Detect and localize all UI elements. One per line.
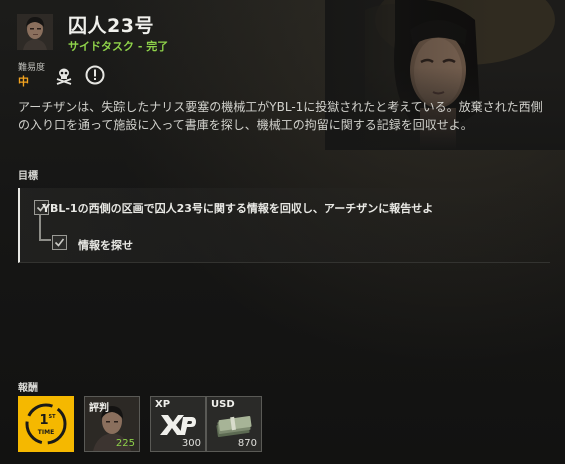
difficulty-label: 難易度 xyxy=(18,63,46,73)
task-description: アーチザンは、失踪したナリス要塞の機械工がYBL-1に投獄されたと考えている。放… xyxy=(18,100,543,132)
xp-icon xyxy=(159,413,197,441)
reward-usd-label: USD xyxy=(211,399,235,410)
first-time-icon: 1 ST TIME xyxy=(19,397,73,451)
svg-text:ST: ST xyxy=(48,414,56,420)
rewards-label: 報酬 xyxy=(18,383,38,394)
objective-sub: 情報を探せ xyxy=(78,239,133,252)
reward-reputation[interactable]: 評判 225 xyxy=(84,396,140,452)
task-status: サイドタスク - 完了 xyxy=(68,40,169,53)
tree-connector-horizontal xyxy=(39,239,51,241)
exclamation-icon xyxy=(85,65,105,85)
reward-usd-value: 870 xyxy=(237,438,257,449)
reward-reputation-label: 評判 xyxy=(89,403,109,414)
reward-usd[interactable]: USD 870 xyxy=(206,396,262,452)
task-detail-panel: 囚人23号 サイドタスク - 完了 難易度 中 アーチザンは、失踪したナリス要塞… xyxy=(0,0,565,464)
svg-text:TIME: TIME xyxy=(38,429,54,436)
character-portrait xyxy=(17,14,53,50)
difficulty-value: 中 xyxy=(18,75,29,88)
objectives-label: 目標 xyxy=(18,171,38,182)
skull-icon xyxy=(54,65,74,85)
tree-connector xyxy=(39,214,41,240)
sub-objective-checkbox xyxy=(52,235,67,250)
task-title: 囚人23号 xyxy=(68,15,154,37)
reward-reputation-value: 225 xyxy=(115,438,135,449)
reward-xp-value: 300 xyxy=(181,438,201,449)
svg-text:1: 1 xyxy=(39,413,48,428)
reward-xp[interactable]: XP 300 xyxy=(150,396,206,452)
reward-xp-label: XP xyxy=(155,399,171,410)
objective-main: YBL-1の西側の区画で囚人23号に関する情報を回収し、アーチザンに報告せよ xyxy=(42,202,434,215)
reward-first-time[interactable]: 1 ST TIME xyxy=(18,396,74,452)
